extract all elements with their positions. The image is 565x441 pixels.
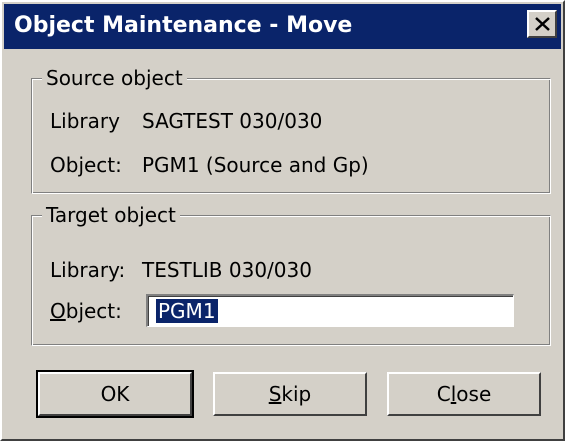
window-title: Object Maintenance - Move <box>14 13 353 38</box>
close-icon <box>535 17 550 31</box>
source-object-value: PGM1 (Source and Gp) <box>142 153 369 177</box>
title-close-button[interactable] <box>527 10 557 38</box>
close-button-rest: ose <box>456 382 492 406</box>
source-object-legend: Source object <box>42 64 187 92</box>
source-library-value: SAGTEST 030/030 <box>142 109 323 133</box>
target-object-legend: Target object <box>42 201 180 229</box>
target-object-input-value: PGM1 <box>155 298 219 324</box>
source-library-label: Library <box>50 109 120 133</box>
title-bar: Object Maintenance - Move <box>4 4 561 49</box>
skip-button-mnemonic: S <box>268 382 282 406</box>
close-button-prefix: C <box>436 382 451 406</box>
target-object-label-mnemonic: O <box>50 299 66 323</box>
dialog-window: Object Maintenance - Move Source object … <box>0 0 565 441</box>
close-button[interactable]: Close <box>387 372 541 416</box>
source-object-label: Object: <box>50 153 122 177</box>
source-object-group: Source object Library SAGTEST 030/030 Ob… <box>31 64 551 194</box>
skip-button[interactable]: Skip <box>213 372 367 416</box>
ok-button[interactable]: OK <box>36 370 194 418</box>
target-library-label: Library: <box>50 258 126 282</box>
target-object-label: Object: <box>50 298 122 324</box>
target-object-group: Target object Library: TESTLIB 030/030 O… <box>31 201 551 346</box>
target-object-label-rest: bject: <box>65 299 122 323</box>
target-object-input[interactable]: PGM1 <box>146 294 514 327</box>
target-library-value: TESTLIB 030/030 <box>142 258 312 282</box>
skip-button-rest: kip <box>281 382 312 406</box>
